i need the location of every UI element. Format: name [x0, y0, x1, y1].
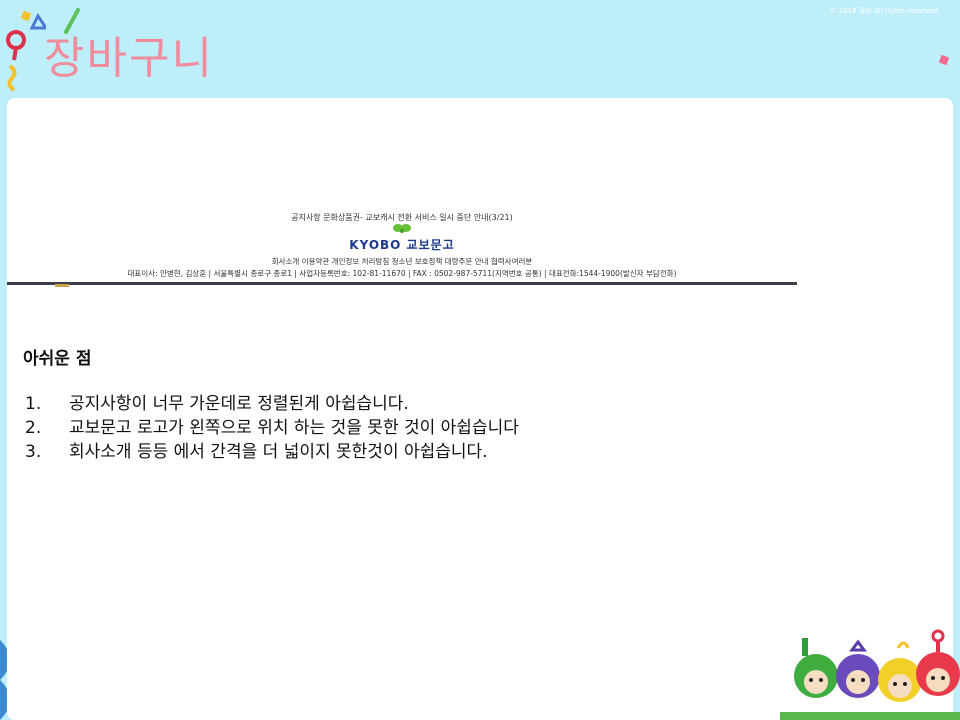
copyright-notice: © 2018 장바 All rights reserved	[829, 7, 938, 15]
magnifier-icon	[6, 10, 46, 92]
list-item: 2. 교보문고 로고가 왼쪽으로 위치 하는 것을 못한 것이 아쉽습니다	[25, 416, 519, 440]
list-number: 3.	[25, 442, 42, 462]
logo-text: KYOBO 교보문고	[349, 238, 455, 252]
kyobo-logo: KYOBO 교보문고	[7, 234, 797, 253]
footer-screenshot: 공지사항 문화상품권- 교보캐시 전환 서비스 일시 중단 안내(3/21) K…	[7, 208, 797, 287]
list-text: 교보문고 로고가 왼쪽으로 위치 하는 것을 못한 것이 아쉽습니다	[69, 418, 519, 438]
list-text: 공지사항이 너무 가운데로 정렬된게 아쉽습니다.	[69, 394, 409, 414]
section-heading: 아쉬운 점	[23, 349, 92, 369]
slide-title: 장바구니	[44, 33, 214, 84]
confetti-icon	[938, 54, 950, 66]
company-info: 대표이사: 안병현, 김상훈 | 서울특별시 종로구 종로1 | 사업자등록번호…	[127, 269, 677, 278]
list-number: 1.	[25, 394, 42, 414]
teletubbies-illustration	[780, 629, 960, 720]
footer-divider-accent	[55, 284, 69, 287]
issue-list: 1. 공지사항이 너무 가운데로 정렬된게 아쉽습니다. 2. 교보문고 로고가 왼…	[25, 392, 519, 464]
list-number: 2.	[25, 418, 42, 438]
list-item: 1. 공지사항이 너무 가운데로 정렬된게 아쉽습니다.	[25, 392, 519, 416]
kyobo-leaf-icon	[393, 224, 411, 233]
list-item: 3. 회사소개 등등 에서 간격을 더 넓이지 못한것이 아쉽습니다.	[25, 440, 519, 464]
footer-links: 회사소개 이용약관 개인정보 처리방침 청소년 보호정책 대량주문 안내 협력사…	[271, 257, 533, 266]
list-text: 회사소개 등등 에서 간격을 더 넓이지 못한것이 아쉽습니다.	[69, 442, 488, 462]
footer-divider	[7, 282, 797, 285]
content-card: 공지사항 문화상품권- 교보캐시 전환 서비스 일시 중단 안내(3/21) K…	[7, 98, 953, 720]
